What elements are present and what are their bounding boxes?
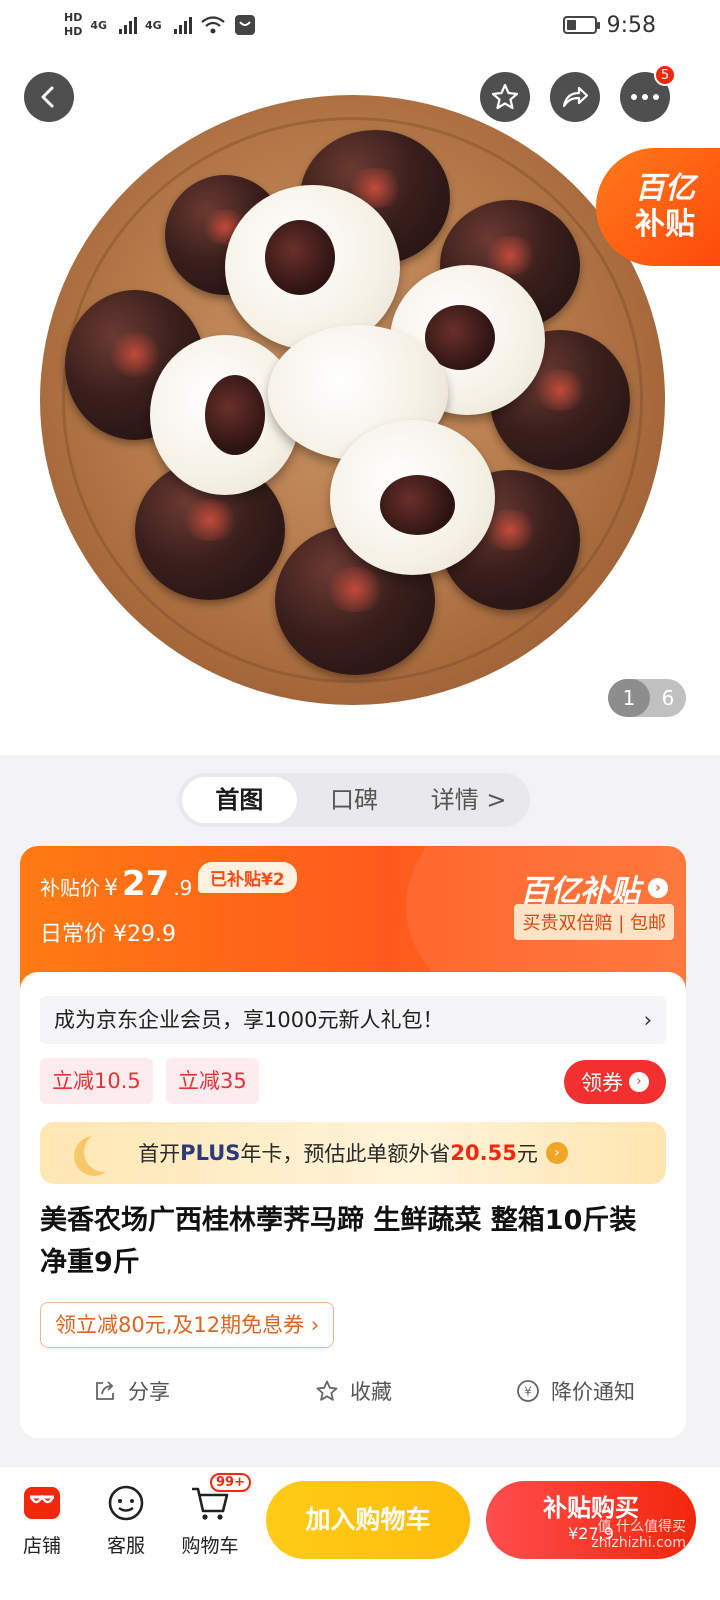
regular-price-value: ¥29.9 bbox=[113, 922, 176, 947]
product-photo-plate bbox=[40, 95, 665, 705]
regular-price: 日常价 ¥29.9 bbox=[40, 916, 176, 948]
watermark: 值 什么值得买 zhizhizhi.com bbox=[591, 1519, 686, 1551]
enterprise-member-banner[interactable]: 成为京东企业会员，享1000元新人礼包！ › bbox=[40, 996, 666, 1044]
price-guarantee-tag[interactable]: 买贵双倍赔 | 包邮 bbox=[514, 904, 674, 940]
add-to-cart-button[interactable]: 加入购物车 bbox=[266, 1481, 470, 1559]
favorite-button[interactable] bbox=[480, 72, 530, 122]
plus-prefix: 首开 bbox=[138, 1142, 181, 1166]
network-type-1: 4G bbox=[90, 18, 108, 32]
plus-description: 年卡，预估此单额外省 bbox=[240, 1142, 451, 1166]
plus-membership-banner[interactable]: 首开 PLUS 年卡，预估此单额外省 20.55 元 › bbox=[40, 1122, 666, 1184]
customer-service-button[interactable]: 客服 bbox=[86, 1479, 166, 1558]
share-label: 分享 bbox=[128, 1380, 170, 1404]
share-icon bbox=[92, 1378, 118, 1404]
status-bar: HD HD 4G 4G 9:58 bbox=[0, 0, 720, 50]
hd-indicator: HD HD bbox=[64, 11, 82, 39]
pager-total: 6 bbox=[661, 686, 675, 710]
chat-icon bbox=[86, 1479, 166, 1527]
favorite-action[interactable]: 收藏 bbox=[242, 1368, 464, 1414]
plus-label: PLUS bbox=[180, 1141, 241, 1165]
star-icon bbox=[491, 83, 519, 110]
product-title: 美香农场广西桂林荸荠马蹄 生鲜蔬菜 整箱10斤装 净重9斤 bbox=[40, 1205, 637, 1278]
subsidy-tag-line2: 补贴 bbox=[635, 207, 695, 242]
section-tabs: 首图 口碑 详情 > bbox=[178, 773, 530, 827]
share-button[interactable] bbox=[550, 72, 600, 122]
clock: 9:58 bbox=[606, 12, 656, 38]
back-button[interactable] bbox=[24, 72, 74, 122]
claim-coupon-label: 领券 bbox=[581, 1071, 623, 1095]
more-menu-button[interactable]: 5 bbox=[620, 64, 676, 122]
currency-symbol: ¥ bbox=[104, 876, 118, 901]
network-type-2: 4G bbox=[145, 18, 162, 32]
svg-text:¥: ¥ bbox=[524, 1385, 532, 1399]
hd-label-2: HD bbox=[64, 25, 83, 38]
cart-label: 购物车 bbox=[181, 1535, 239, 1557]
store-icon bbox=[2, 1479, 82, 1527]
peeled-chestnut bbox=[330, 420, 495, 575]
regular-price-label: 日常价 bbox=[40, 922, 107, 947]
tab-details[interactable]: 详情 > bbox=[411, 777, 526, 823]
cart-button[interactable]: 99+ 购物车 bbox=[170, 1473, 251, 1558]
plus-saving-amount: 20.55 bbox=[450, 1141, 517, 1165]
chevron-right-icon: › bbox=[545, 1142, 568, 1164]
subsidy-price-decimal: .9 bbox=[173, 876, 193, 900]
subsidy-price-integer: 27 bbox=[122, 864, 170, 904]
promo-coupon-link[interactable]: 领立减80元,及12期免息券 › bbox=[40, 1302, 335, 1348]
coupon-tag[interactable]: 立减35 bbox=[166, 1058, 259, 1104]
share-arrow-icon bbox=[562, 86, 589, 108]
store-label: 店铺 bbox=[22, 1535, 61, 1557]
customer-service-label: 客服 bbox=[106, 1535, 145, 1557]
battery-icon bbox=[562, 16, 600, 34]
hd-label-1: HD bbox=[64, 11, 83, 24]
product-image-gallery[interactable]: 5 百亿 补贴 1 6 bbox=[0, 0, 720, 755]
signal-icon bbox=[173, 16, 192, 34]
subsidy-tag: 百亿 补贴 bbox=[596, 148, 720, 266]
bottom-action-bar: 店铺 客服 99+ 购物车 加入购物车 补贴购买 ¥27.9 值 什么值得买 z… bbox=[0, 1466, 720, 1600]
chevron-right-icon: › bbox=[643, 1008, 652, 1032]
subsidy-price: 补贴价 ¥ 27 .9 bbox=[40, 864, 192, 904]
tab-reviews[interactable]: 口碑 bbox=[297, 777, 412, 823]
favorite-label: 收藏 bbox=[350, 1380, 392, 1404]
chevron-right-icon: › bbox=[629, 1072, 649, 1092]
cart-count-badge: 99+ bbox=[210, 1473, 251, 1492]
product-info-card: 成为京东企业会员，享1000元新人礼包！ › 立减10.5 立减35 领券 › … bbox=[20, 972, 686, 1438]
wifi-icon bbox=[201, 16, 225, 34]
chevron-left-icon bbox=[41, 86, 54, 108]
signal-icon bbox=[119, 16, 138, 34]
app-notification-icon bbox=[234, 15, 255, 35]
saved-amount-tag: 已补贴¥2 bbox=[198, 862, 297, 893]
pager-current: 1 bbox=[608, 679, 650, 717]
watermark-line1: 值 什么值得买 bbox=[597, 1519, 686, 1535]
share-action[interactable]: 分享 bbox=[20, 1368, 242, 1414]
member-banner-text: 成为京东企业会员，享1000元新人礼包！ bbox=[54, 1008, 444, 1032]
price-alert-label: 降价通知 bbox=[551, 1380, 635, 1404]
store-button[interactable]: 店铺 bbox=[2, 1479, 82, 1558]
chevron-right-icon: › bbox=[648, 878, 668, 898]
coupon-tag[interactable]: 立减10.5 bbox=[40, 1058, 153, 1104]
cart-icon: 99+ bbox=[170, 1473, 251, 1527]
price-alert-icon: ¥ bbox=[515, 1378, 541, 1404]
price-alert-action[interactable]: ¥ 降价通知 bbox=[464, 1368, 686, 1414]
product-actions: 分享 收藏 ¥ 降价通知 bbox=[20, 1368, 686, 1414]
claim-coupon-button[interactable]: 领券 › bbox=[564, 1060, 666, 1104]
moon-icon bbox=[84, 1132, 124, 1172]
tab-main-image[interactable]: 首图 bbox=[182, 777, 297, 823]
star-outline-icon bbox=[314, 1378, 340, 1404]
buy-now-button[interactable]: 补贴购买 ¥27.9 值 什么值得买 zhizhizhi.com bbox=[486, 1481, 696, 1559]
image-pager: 1 6 bbox=[608, 679, 686, 717]
notification-badge: 5 bbox=[654, 64, 676, 86]
subsidy-price-label: 补贴价 bbox=[40, 876, 100, 900]
more-dots-icon bbox=[631, 94, 659, 100]
subsidy-tag-line1: 百亿 bbox=[635, 171, 695, 206]
plus-unit: 元 bbox=[516, 1142, 538, 1166]
watermark-line2: zhizhizhi.com bbox=[591, 1535, 686, 1551]
